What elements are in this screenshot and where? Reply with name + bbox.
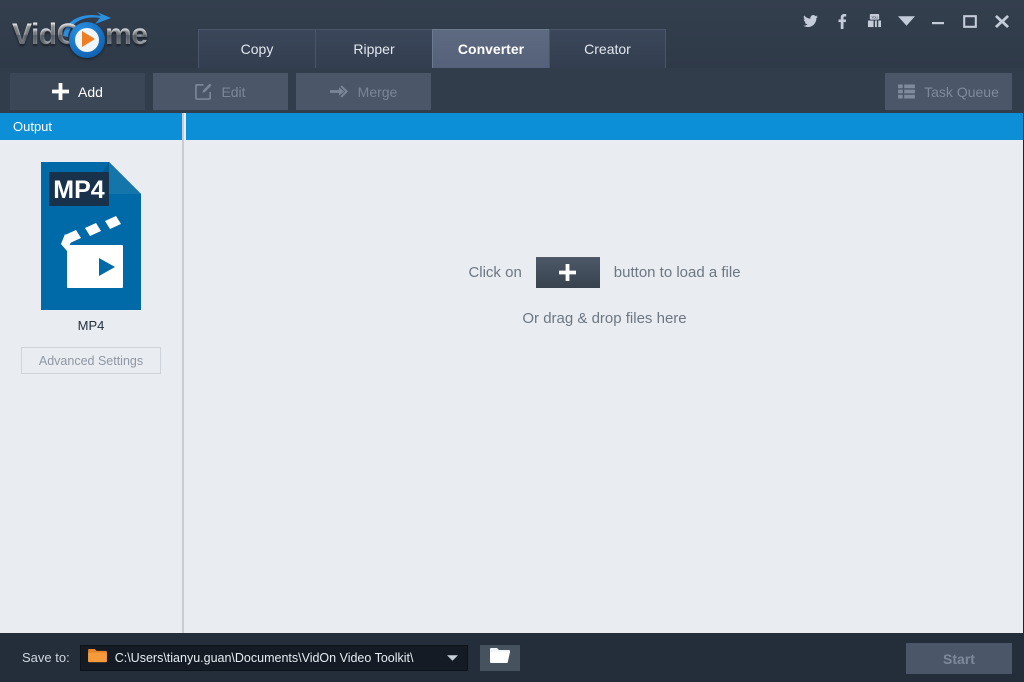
add-button[interactable]: Add [10, 73, 145, 110]
task-queue-button[interactable]: Task Queue [885, 73, 1012, 110]
folder-icon [87, 648, 107, 668]
add-button-label: Add [78, 83, 103, 100]
content-panel-header [186, 113, 1023, 140]
start-button[interactable]: Start [906, 643, 1012, 674]
svg-text:You: You [871, 15, 877, 19]
output-sidebar: Output MP4 MP4 Advanced Settings [0, 113, 184, 633]
task-list-icon [898, 84, 916, 99]
edit-pencil-icon [195, 83, 212, 100]
maximize-icon[interactable] [954, 8, 986, 34]
main-body: Output MP4 MP4 Advanced Settings Click o… [0, 113, 1024, 633]
dropzone-suffix-text: button to load a file [613, 263, 741, 281]
save-to-label: Save to: [22, 650, 70, 665]
file-dropzone[interactable]: Click on button to load a file Or drag &… [186, 140, 1023, 633]
youtube-icon[interactable]: You [858, 8, 890, 34]
twitter-icon[interactable] [794, 8, 826, 34]
merge-button-label: Merge [357, 83, 398, 100]
facebook-icon[interactable] [826, 8, 858, 34]
logo-play-triangle-icon [82, 31, 95, 47]
window-controls: You [794, 8, 1018, 34]
save-path-text: C:\Users\tianyu.guan\Documents\VidOn Vid… [114, 650, 414, 665]
plus-icon [559, 263, 577, 281]
content-panel: Click on button to load a file Or drag &… [186, 113, 1023, 633]
app-logo: VidOn.me [12, 10, 192, 58]
title-bar: VidOn.me Copy Ripper Converter Creator Y… [0, 0, 1024, 68]
dropzone-prefix-text: Click on [468, 263, 522, 281]
edit-button[interactable]: Edit [153, 73, 288, 110]
main-tabs: Copy Ripper Converter Creator [198, 29, 666, 68]
merge-arrows-icon [329, 85, 349, 98]
folder-open-icon [489, 647, 510, 668]
edit-button-label: Edit [221, 83, 246, 100]
dropzone-hint: Or drag & drop files here [522, 309, 687, 327]
dropzone-plus-button[interactable] [535, 256, 600, 288]
tab-creator[interactable]: Creator [549, 29, 666, 68]
tab-copy[interactable]: Copy [198, 29, 315, 68]
task-queue-button-label: Task Queue [924, 83, 999, 100]
tab-converter[interactable]: Converter [432, 29, 549, 68]
dropzone-instruction: Click on button to load a file [468, 256, 741, 288]
plus-icon [52, 83, 70, 100]
chevron-down-icon[interactable] [890, 8, 922, 34]
svg-text:MP4: MP4 [53, 176, 105, 204]
application-window: VidOn.me Copy Ripper Converter Creator Y… [0, 0, 1024, 682]
output-format-label: MP4 [77, 318, 105, 333]
footer-bar: Save to: C:\Users\tianyu.guan\Documents\… [0, 633, 1024, 682]
chevron-down-icon[interactable] [446, 649, 458, 667]
output-format-card: MP4 MP4 Advanced Settings [21, 162, 161, 374]
close-icon[interactable] [986, 8, 1018, 34]
merge-button[interactable]: Merge [296, 73, 431, 110]
toolbar: Add Edit Merge Task Queue [0, 68, 1024, 113]
minimize-icon[interactable] [922, 8, 954, 34]
output-panel-header: Output [0, 113, 182, 140]
browse-folder-button[interactable] [479, 644, 520, 671]
tab-ripper[interactable]: Ripper [315, 29, 432, 68]
mp4-file-icon[interactable]: MP4 [41, 162, 141, 310]
advanced-settings-button[interactable]: Advanced Settings [21, 347, 161, 374]
save-path-dropdown[interactable]: C:\Users\tianyu.guan\Documents\VidOn Vid… [79, 644, 468, 671]
